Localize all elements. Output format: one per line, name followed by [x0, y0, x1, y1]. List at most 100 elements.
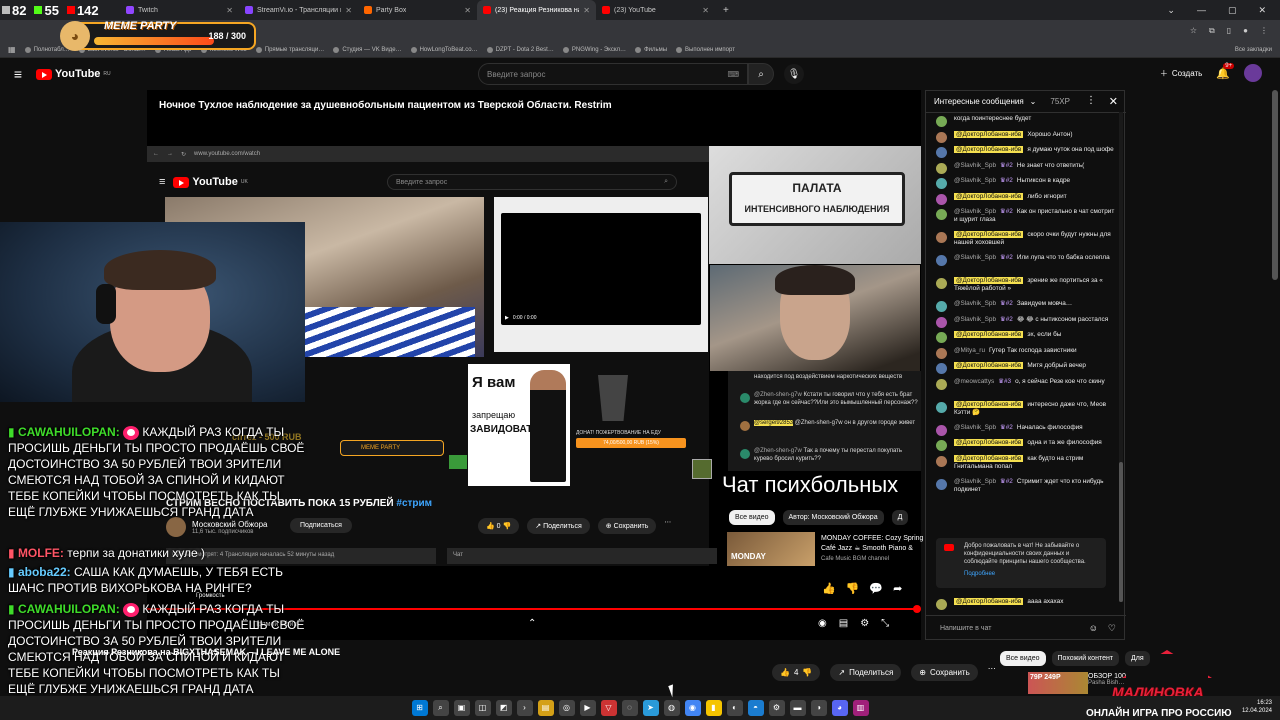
bookmark-item[interactable]: HowLongToBeat.co…: [410, 46, 478, 53]
chat-user-highlighted[interactable]: @ДокторЛобанов-ибв: [954, 439, 1024, 446]
share-arrow-icon[interactable]: ➦: [893, 582, 902, 595]
chat-scrollbar[interactable]: [1119, 112, 1123, 602]
subtitles-icon[interactable]: ▤: [839, 618, 848, 629]
app-icon-3[interactable]: ▮: [705, 700, 722, 716]
chat-user-name[interactable]: @Slavhik_Spb: [954, 300, 996, 307]
chevron-up-icon[interactable]: ⌃: [528, 618, 536, 629]
tab-close-icon[interactable]: ✕: [226, 6, 233, 15]
chat-user-avatar[interactable]: [936, 599, 947, 610]
live-chat-message[interactable]: @ДокторЛобанов-ибв я думаю чуток она под …: [936, 146, 1118, 158]
notifications-button[interactable]: 🔔 9+: [1216, 62, 1235, 80]
chat-user-avatar[interactable]: [936, 147, 947, 158]
live-chat-message[interactable]: @ДокторЛобанов-ибв Хорошо Антон): [936, 130, 1118, 143]
obs-icon[interactable]: ◎: [558, 700, 575, 716]
app-icon-4[interactable]: ◐: [726, 700, 743, 716]
bookmark-item[interactable]: Выполнен импорт: [676, 46, 735, 53]
live-chat-message[interactable]: @Slavhik_Spb ♛#2 Или лупа что то бабка осл…: [936, 254, 1118, 266]
chat-user-name[interactable]: @Slavhik_Spb: [954, 177, 996, 184]
autoplay-icon[interactable]: ◉: [818, 618, 827, 629]
live-chat-message[interactable]: @ДокторЛобанов-ибв интересно даже что, Ме…: [936, 400, 1118, 417]
chat-user-avatar[interactable]: [936, 209, 947, 220]
all-bookmarks[interactable]: Все закладки: [1235, 47, 1280, 53]
outer-tab-similar[interactable]: Похожий контент: [1051, 651, 1120, 666]
page-scrollbar[interactable]: [1272, 90, 1278, 690]
outer-share-button[interactable]: ↗ Поделиться: [830, 664, 902, 681]
chat-scroll-thumb[interactable]: [1119, 462, 1123, 602]
extensions-icon[interactable]: ⧉: [1209, 26, 1215, 36]
media-icon[interactable]: ▶: [579, 700, 596, 716]
create-button[interactable]: ＋ Создать: [1160, 68, 1202, 79]
like-icon[interactable]: 👍: [822, 582, 836, 595]
guide-menu-icon[interactable]: ≡: [0, 66, 36, 82]
task-view-icon[interactable]: ▣: [453, 700, 470, 716]
outer-tab-all[interactable]: Все видео: [1000, 651, 1046, 666]
browser-tab-2[interactable]: Party Box ✕: [358, 0, 477, 20]
progress-knob[interactable]: [913, 605, 921, 613]
chat-user-name[interactable]: @Slavhik_Spb: [954, 162, 996, 169]
chat-user-avatar[interactable]: [936, 478, 947, 490]
chat-user-name[interactable]: @Slavhik_Spb: [954, 254, 996, 261]
live-chat-message[interactable]: @ДокторЛобанов-ибв эх, если бы: [936, 331, 1118, 343]
store-icon[interactable]: ◩: [495, 700, 512, 716]
live-chat-message[interactable]: @Slavhik_Spb ♛#2 Завидуем мовча…: [936, 300, 1118, 312]
sidebar-icon[interactable]: ▯: [1227, 26, 1231, 36]
live-chat-message[interactable]: @Slavhik_Spb ♛#2 Стримит ждет что кто нибу…: [936, 478, 1118, 494]
widgets-icon[interactable]: ◫: [474, 700, 491, 716]
chat-user-name[interactable]: @Slavhik_Spb: [954, 316, 996, 323]
live-chat-message[interactable]: @ДокторЛобанов-ибв скоро очки будут нужны…: [936, 231, 1118, 247]
live-chat-message[interactable]: @meowcattys ♛#3 о, я сейчас Резе кое что с…: [936, 378, 1118, 390]
outer-more-icon[interactable]: ⋯: [988, 664, 996, 681]
app-icon-2[interactable]: ◍: [663, 700, 680, 716]
bookmark-item[interactable]: Полнотабл…: [24, 46, 70, 53]
comment-icon[interactable]: 💬: [869, 582, 883, 595]
windows-start-icon[interactable]: ⊞: [411, 700, 428, 716]
fullscreen-icon[interactable]: ⤡: [881, 618, 889, 629]
youtube-logo[interactable]: YouTube RU: [36, 68, 111, 80]
chat-user-highlighted[interactable]: @ДокторЛобанов-ибв: [954, 400, 1024, 408]
chat-user-highlighted[interactable]: @ДокторЛобанов-ибв: [954, 192, 1024, 200]
chat-user-avatar[interactable]: [936, 178, 947, 189]
live-chat-message[interactable]: @Slavhik_Spb ♛#2 Не знает что ответить(: [936, 162, 1118, 174]
heart-icon[interactable]: ♡: [1108, 623, 1116, 634]
close-window-icon[interactable]: ✕: [1258, 5, 1266, 16]
bookmark-item[interactable]: Студия — VK Виде…: [333, 46, 402, 53]
telegram-icon[interactable]: ➤: [642, 700, 659, 716]
live-chat-message[interactable]: когда поинтереснее будет: [936, 115, 1118, 127]
browser-tab-4[interactable]: (23) YouTube ✕: [596, 0, 715, 20]
apps-icon[interactable]: ▦: [8, 45, 16, 54]
live-chat-message[interactable]: @Mitya_ru Гутер Так господа завистники: [936, 347, 1118, 359]
live-chat-message[interactable]: @ДокторЛобанов-ибв как будто на стрим Гни…: [936, 454, 1118, 471]
outer-save-button[interactable]: ⊕ Сохранить: [911, 664, 978, 681]
profile-icon[interactable]: ●: [1243, 26, 1248, 36]
chat-user-avatar[interactable]: [936, 378, 947, 390]
browser-tab-1[interactable]: StreamVi.io - Трансляции в неск… ✕: [239, 0, 358, 20]
minimize-icon[interactable]: —: [1197, 5, 1206, 16]
chat-user-highlighted[interactable]: @ДокторЛобанов-ибв: [954, 277, 1024, 284]
chat-user-name[interactable]: @Slavhik_Spb: [954, 424, 996, 431]
chat-user-avatar[interactable]: [936, 401, 947, 413]
discord-icon[interactable]: ◕: [831, 700, 848, 716]
chat-user-avatar[interactable]: [936, 424, 947, 436]
chevron-down-icon[interactable]: ⌄: [1030, 97, 1037, 106]
chat-user-name[interactable]: @Slavhik_Spb: [954, 208, 996, 215]
chat-user-avatar[interactable]: [936, 278, 947, 289]
search-button[interactable]: ⌕: [748, 63, 774, 85]
browser-tab-3[interactable]: (23) Реакция Резникова на BIC… ✕: [477, 0, 596, 20]
chat-user-avatar[interactable]: [936, 363, 947, 374]
live-chat-message[interactable]: @ДокторЛобанов-ибв Митя добрый вечер: [936, 362, 1118, 374]
bookmark-item[interactable]: Фильмы: [635, 46, 667, 53]
chat-more-icon[interactable]: ⋮: [1086, 95, 1096, 106]
new-tab-button[interactable]: +: [715, 5, 737, 16]
app-icon-5[interactable]: ▬: [789, 700, 806, 716]
live-chat-message[interactable]: @Slavhik_Spb ♛#2 😂 😂 с нытиксоном рассталс…: [936, 316, 1118, 328]
chat-user-avatar[interactable]: [936, 332, 947, 343]
chat-user-avatar[interactable]: [936, 440, 947, 451]
tab-close-icon[interactable]: ✕: [583, 6, 590, 15]
tab-close-icon[interactable]: ✕: [464, 6, 471, 15]
settings-taskbar-icon[interactable]: ⚙: [768, 700, 785, 716]
chat-user-highlighted[interactable]: @ДокторЛобанов-ибв: [954, 146, 1024, 153]
bookmark-item[interactable]: PNGWing - Экскл…: [562, 46, 626, 53]
settings-gear-icon[interactable]: ⚙: [860, 618, 869, 629]
maximize-icon[interactable]: ▢: [1228, 5, 1237, 16]
app-icon-1[interactable]: ◌: [621, 700, 638, 716]
